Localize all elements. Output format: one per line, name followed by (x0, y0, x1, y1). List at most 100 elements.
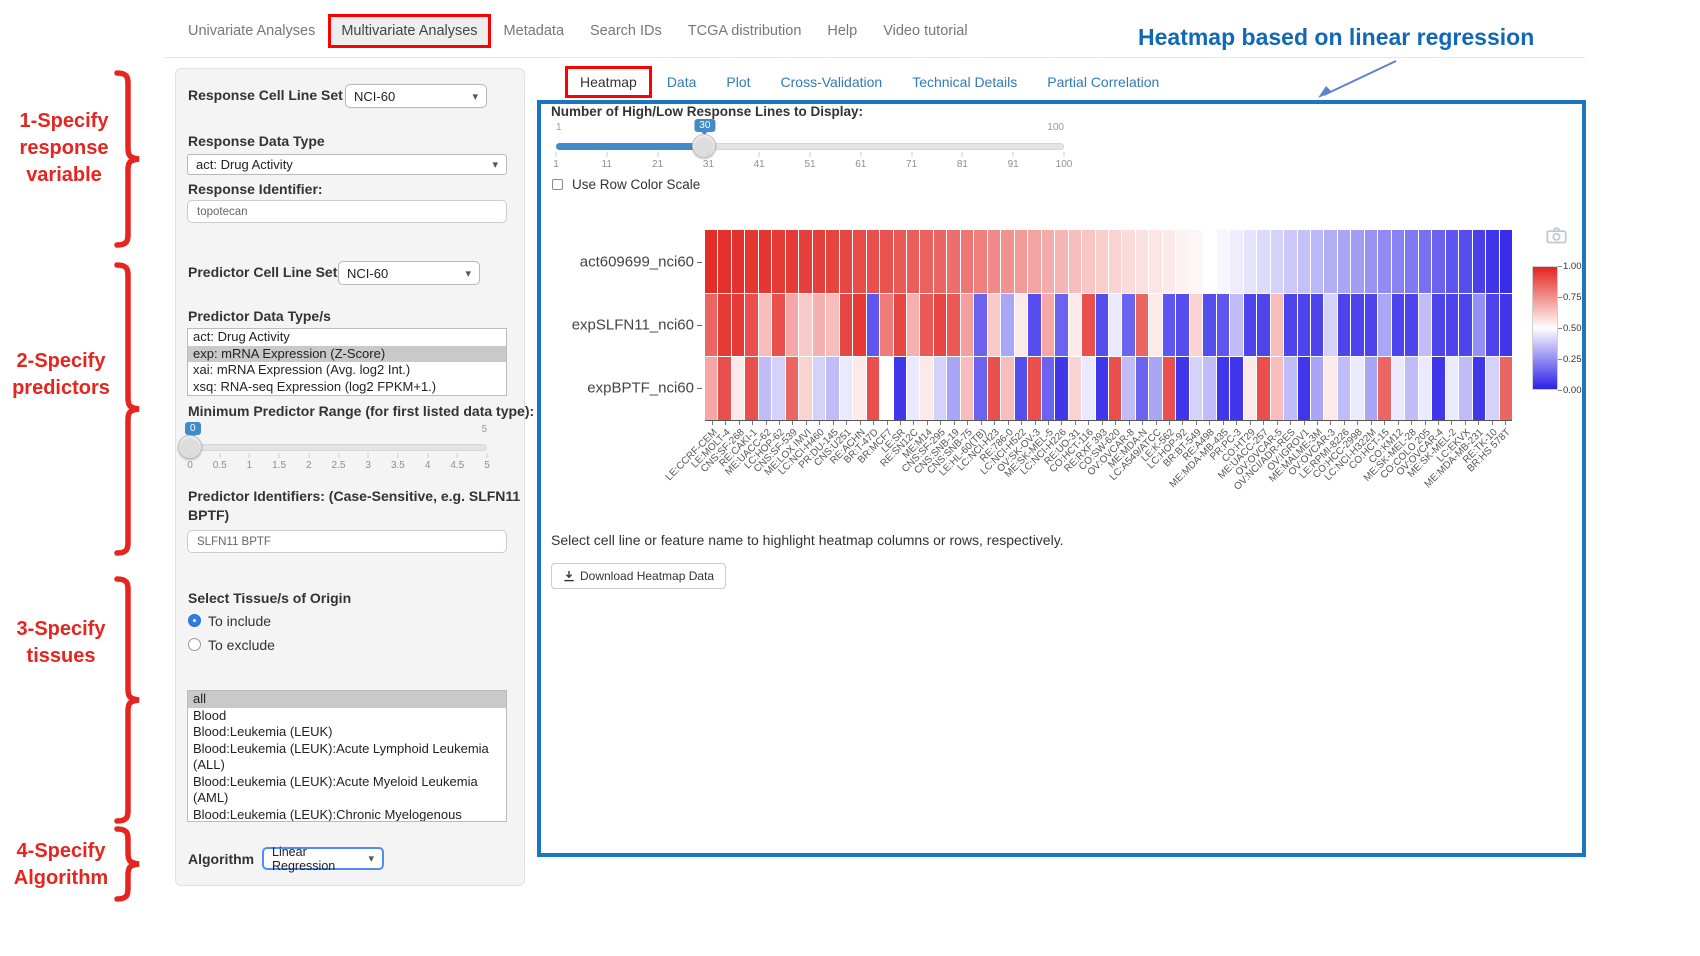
heatmap-cell[interactable] (1378, 294, 1390, 357)
heatmap-cell[interactable] (1028, 294, 1040, 357)
heatmap-cell[interactable] (1176, 230, 1188, 293)
tissue-exclude-radio[interactable] (188, 638, 201, 651)
heatmap-cell[interactable] (934, 230, 946, 293)
heatmap-cell[interactable] (732, 294, 744, 357)
heatmap-cell[interactable] (867, 357, 879, 420)
heatmap-cell[interactable] (1392, 230, 1404, 293)
heatmap-cell[interactable] (1082, 230, 1094, 293)
heatmap-cell[interactable] (1217, 230, 1229, 293)
heatmap-cell[interactable] (1351, 357, 1363, 420)
heatmap-cell[interactable] (1244, 230, 1256, 293)
heatmap-cell[interactable] (974, 357, 986, 420)
heatmap-cell[interactable] (799, 294, 811, 357)
heatmap-cell[interactable] (705, 230, 717, 293)
heatmap-cell[interactable] (988, 357, 1000, 420)
heatmap-cell[interactable] (1271, 357, 1283, 420)
listbox-option[interactable]: Blood (188, 708, 506, 725)
heatmap-cell[interactable] (961, 230, 973, 293)
heatmap-cell[interactable] (826, 230, 838, 293)
heatmap-cell[interactable] (947, 294, 959, 357)
listbox-option[interactable]: Blood:Leukemia (LEUK):Chronic Myelogenou… (188, 807, 506, 823)
heatmap-row-label[interactable]: expBPTF_nci60 (587, 380, 694, 397)
heatmap-cell[interactable] (1203, 294, 1215, 357)
heatmap-cell[interactable] (1284, 230, 1296, 293)
heatmap-cell[interactable] (1230, 357, 1242, 420)
heatmap-cell[interactable] (1338, 294, 1350, 357)
listbox-option[interactable]: xsq: RNA-seq Expression (log2 FPKM+1.) (188, 379, 506, 396)
heatmap-cell[interactable] (1028, 230, 1040, 293)
heatmap-cell[interactable] (759, 230, 771, 293)
heatmap-cell[interactable] (745, 294, 757, 357)
heatmap-cell[interactable] (772, 294, 784, 357)
heatmap-cell[interactable] (1446, 230, 1458, 293)
heatmap-cell[interactable] (867, 230, 879, 293)
heatmap-cell[interactable] (1163, 294, 1175, 357)
heatmap-cell[interactable] (1298, 230, 1310, 293)
heatmap-cell[interactable] (1324, 230, 1336, 293)
heatmap-cell[interactable] (840, 294, 852, 357)
heatmap-cell[interactable] (1459, 357, 1471, 420)
heatmap-cell[interactable] (1419, 357, 1431, 420)
heatmap-cell[interactable] (961, 357, 973, 420)
heatmap-cell[interactable] (1486, 294, 1498, 357)
heatmap-cell[interactable] (1473, 357, 1485, 420)
heatmap-cell[interactable] (1378, 230, 1390, 293)
heatmap-cell[interactable] (1055, 357, 1067, 420)
heatmap-cell[interactable] (947, 230, 959, 293)
heatmap-cell[interactable] (1284, 294, 1296, 357)
heatmap-cell[interactable] (813, 357, 825, 420)
heatmap-cell[interactable] (745, 357, 757, 420)
heatmap-cell[interactable] (1500, 294, 1512, 357)
row-color-scale-label[interactable]: Use Row Color Scale (572, 177, 700, 192)
heatmap-cell[interactable] (1298, 294, 1310, 357)
heatmap-cell[interactable] (1459, 230, 1471, 293)
heatmap-cell[interactable] (759, 294, 771, 357)
heatmap-cell[interactable] (826, 357, 838, 420)
heatmap-cell[interactable] (1096, 357, 1108, 420)
listbox-option[interactable]: Blood:Leukemia (LEUK) (188, 724, 506, 741)
heatmap-cell[interactable] (880, 357, 892, 420)
heatmap-cell[interactable] (974, 294, 986, 357)
heatmap-cell[interactable] (1176, 357, 1188, 420)
heatmap-cell[interactable] (1311, 357, 1323, 420)
heatmap-cell[interactable] (853, 294, 865, 357)
heatmap-cell[interactable] (907, 230, 919, 293)
heatmap-cell[interactable] (1230, 230, 1242, 293)
tab-cross-validation[interactable]: Cross-Validation (766, 66, 898, 98)
heatmap-cell[interactable] (1082, 357, 1094, 420)
heatmap-cell[interactable] (1244, 294, 1256, 357)
listbox-option[interactable]: xai: mRNA Expression (Avg. log2 Int.) (188, 362, 506, 379)
heatmap-cell[interactable] (1149, 294, 1161, 357)
heatmap-cell[interactable] (1432, 357, 1444, 420)
heatmap-cell[interactable] (1163, 357, 1175, 420)
nav-item[interactable]: Univariate Analyses (175, 14, 328, 48)
response-data-type-select[interactable]: act: Drug Activity (187, 154, 507, 175)
heatmap-cell[interactable] (894, 294, 906, 357)
predictor-data-types-listbox[interactable]: act: Drug Activityexp: mRNA Expression (… (187, 328, 507, 396)
heatmap-cell[interactable] (920, 294, 932, 357)
heatmap-cell[interactable] (1459, 294, 1471, 357)
heatmap-cell[interactable] (1001, 294, 1013, 357)
heatmap-cell[interactable] (1001, 357, 1013, 420)
heatmap-cell[interactable] (1405, 294, 1417, 357)
heatmap-cell[interactable] (1257, 294, 1269, 357)
row-color-scale-checkbox[interactable] (552, 179, 563, 190)
heatmap-row-label[interactable]: act609699_nci60 (580, 253, 694, 270)
listbox-option[interactable]: exp: mRNA Expression (Z-Score) (188, 346, 506, 363)
heatmap-cell[interactable] (1392, 357, 1404, 420)
camera-icon[interactable] (1546, 227, 1567, 244)
heatmap-cell[interactable] (705, 294, 717, 357)
heatmap-cell[interactable] (799, 357, 811, 420)
heatmap-cell[interactable] (1096, 294, 1108, 357)
heatmap-cell[interactable] (799, 230, 811, 293)
heatmap-cell[interactable] (1271, 230, 1283, 293)
heatmap-cell[interactable] (1149, 357, 1161, 420)
heatmap-cell[interactable] (1042, 357, 1054, 420)
heatmap-cell[interactable] (1432, 294, 1444, 357)
heatmap-cell[interactable] (1015, 357, 1027, 420)
heatmap-cell[interactable] (920, 357, 932, 420)
predictor-identifiers-input[interactable] (187, 530, 507, 553)
tissue-include-radio[interactable] (188, 614, 201, 627)
heatmap-cell[interactable] (1028, 357, 1040, 420)
tissue-listbox[interactable]: allBloodBlood:Leukemia (LEUK)Blood:Leuke… (187, 690, 507, 822)
